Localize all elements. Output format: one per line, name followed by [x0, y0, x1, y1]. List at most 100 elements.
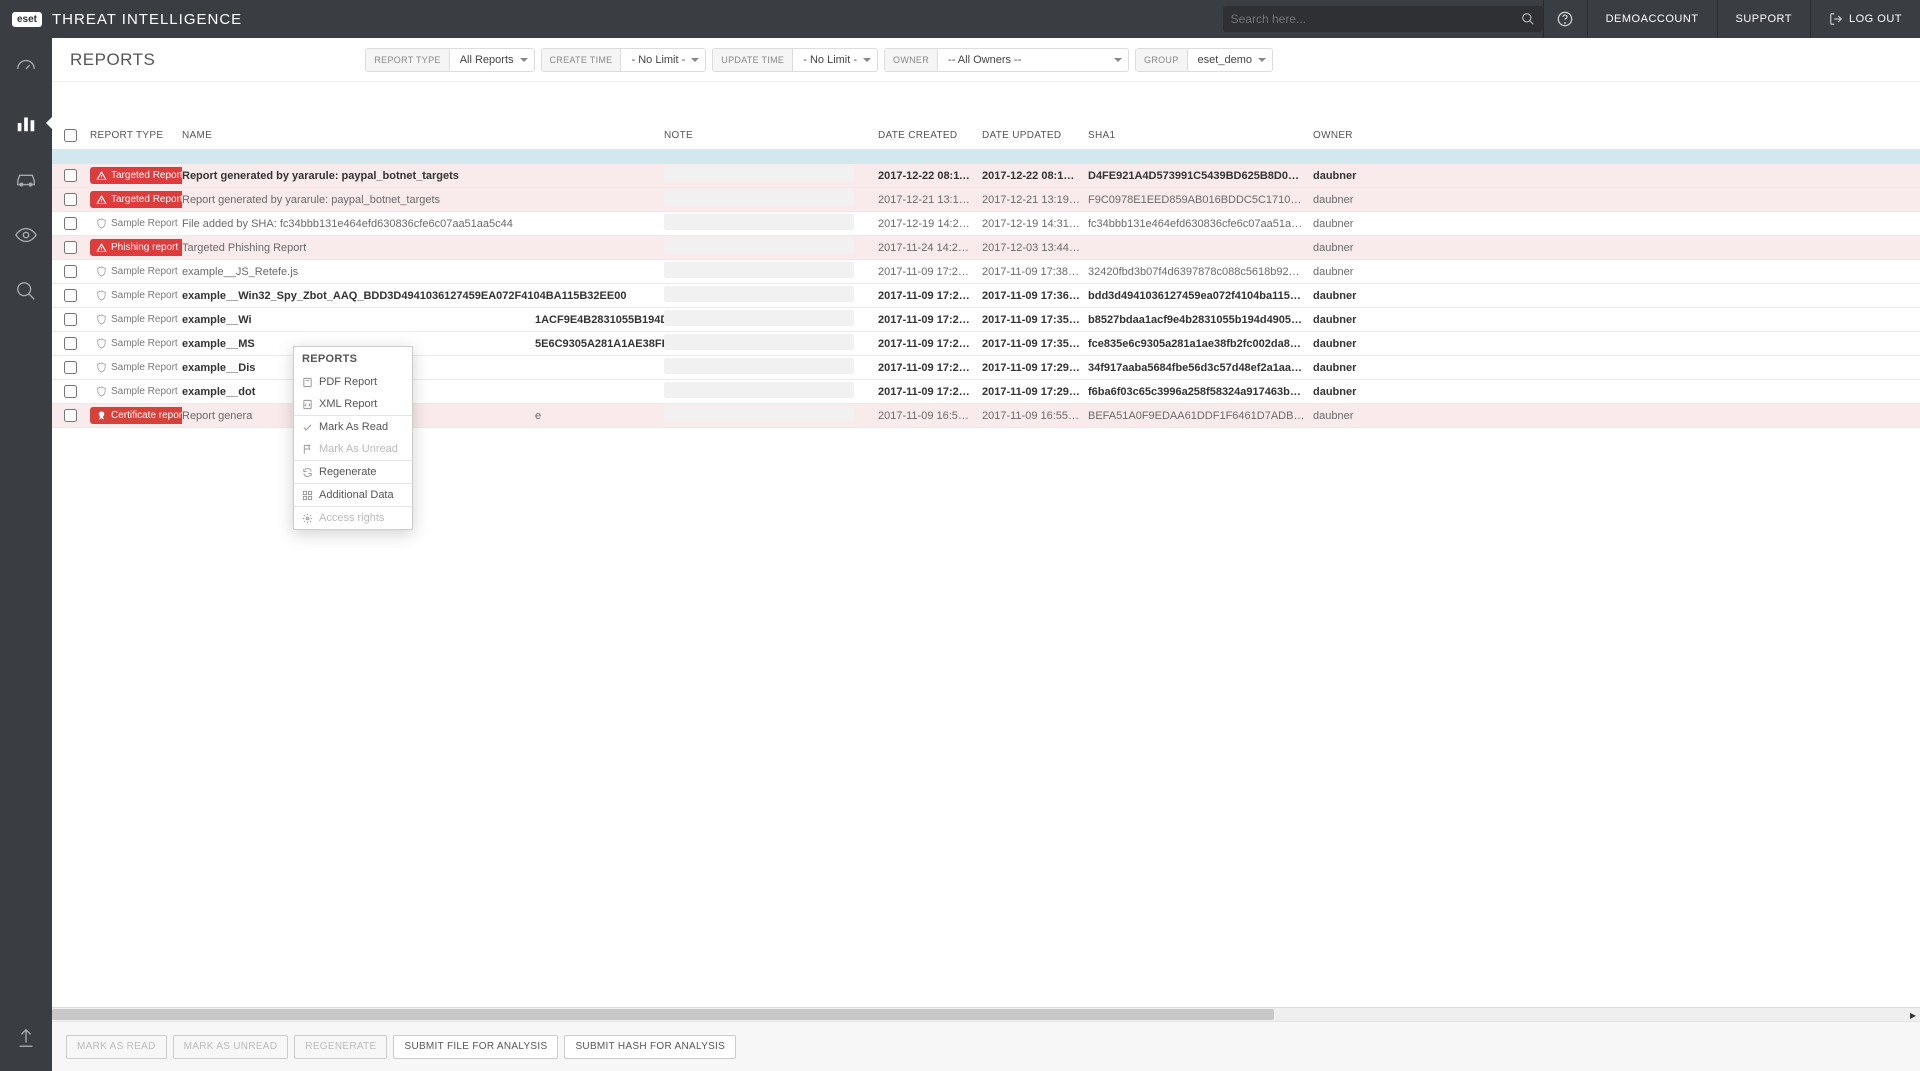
- row-checkbox[interactable]: [64, 193, 77, 206]
- col-type[interactable]: REPORT TYPE: [90, 130, 182, 141]
- regenerate-button[interactable]: REGENERATE: [294, 1035, 387, 1059]
- nav-samples[interactable]: [0, 160, 52, 198]
- cell-sha: F9C0978E1EED859AB016BDDC5C1710E89A50E01B: [1088, 194, 1313, 206]
- menu-item-label: Access rights: [319, 512, 384, 524]
- cell-note: [664, 286, 878, 305]
- row-checkbox[interactable]: [64, 289, 77, 302]
- table-row[interactable]: Phishing reportTargeted Phishing Report2…: [52, 236, 1920, 260]
- cell-name: Report generae: [182, 410, 664, 422]
- cell-owner: daubner: [1313, 314, 1908, 326]
- filter-value[interactable]: eset_demo: [1188, 54, 1272, 66]
- row-checkbox[interactable]: [64, 313, 77, 326]
- horizontal-scrollbar[interactable]: ▸: [52, 1007, 1920, 1021]
- col-updated[interactable]: DATE UPDATED: [982, 130, 1088, 141]
- note-placeholder: [664, 406, 854, 422]
- footer-actions: MARK AS READ MARK AS UNREAD REGENERATE S…: [52, 1021, 1920, 1071]
- menu-item-regenerate[interactable]: Regenerate: [294, 461, 412, 483]
- scroll-right-arrow[interactable]: ▸: [1906, 1009, 1920, 1020]
- gauge-icon: [15, 56, 37, 78]
- note-placeholder: [664, 358, 854, 374]
- table-row[interactable]: Sample Reportexample__JS_Retefe.js2017-1…: [52, 260, 1920, 284]
- nav-watch[interactable]: [0, 216, 52, 254]
- cell-note: [664, 166, 878, 185]
- badge-text: Sample Report: [111, 266, 178, 277]
- row-checkbox[interactable]: [64, 337, 77, 350]
- help-button[interactable]: [1543, 0, 1587, 38]
- col-sha[interactable]: SHA1: [1088, 130, 1313, 141]
- table-row[interactable]: Sample Reportexample__Win32_Spy_Zbot_AAQ…: [52, 284, 1920, 308]
- mark-unread-button[interactable]: MARK AS UNREAD: [173, 1035, 289, 1059]
- row-checkbox[interactable]: [64, 409, 77, 422]
- cell-updated: 2017-11-09 17:29:45: [982, 362, 1088, 374]
- row-checkbox[interactable]: [64, 265, 77, 278]
- cell-sha: D4FE921A4D573991C5439BD625B8D01E22EB470E: [1088, 170, 1313, 182]
- cell-note: [664, 214, 878, 233]
- logout-link[interactable]: LOG OUT: [1810, 0, 1920, 38]
- row-checkbox[interactable]: [64, 217, 77, 230]
- support-link[interactable]: SUPPORT: [1717, 0, 1810, 38]
- badge-text: Sample Report: [111, 314, 178, 325]
- cell-created: 2017-11-09 17:22:40: [878, 338, 982, 350]
- help-icon: [1557, 11, 1573, 27]
- filter-create-time[interactable]: CREATE TIME- No Limit -: [541, 48, 707, 72]
- filter-value[interactable]: All Reports: [450, 54, 534, 66]
- cell-created: 2017-11-09 17:22:40: [878, 386, 982, 398]
- submit-file-button[interactable]: SUBMIT FILE FOR ANALYSIS: [393, 1035, 558, 1059]
- filter-value[interactable]: -- All Owners --: [938, 54, 1128, 66]
- filter-update-time[interactable]: UPDATE TIME- No Limit -: [712, 48, 878, 72]
- cell-created: 2017-11-09 17:22:40: [878, 290, 982, 302]
- cell-updated: 2017-11-09 17:29:45: [982, 386, 1088, 398]
- cell-name: example__Wi1ACF9E4B2831055B194D4905A57FD…: [182, 314, 664, 326]
- badge-text: Sample Report: [111, 338, 178, 349]
- menu-item-label: Regenerate: [319, 466, 377, 478]
- nav-upload[interactable]: [0, 1019, 52, 1057]
- menu-item-mark-as-read[interactable]: Mark As Read: [294, 416, 412, 438]
- cell-note: [664, 406, 878, 425]
- search-box[interactable]: [1223, 6, 1543, 32]
- col-name[interactable]: NAME: [182, 130, 664, 141]
- context-menu: REPORTS PDF ReportXML ReportMark As Read…: [293, 346, 413, 530]
- menu-item-access-rights: Access rights: [294, 507, 412, 529]
- menu-item-pdf-report[interactable]: PDF Report: [294, 371, 412, 393]
- table-row[interactable]: Targeted ReportReport generated by yarar…: [52, 164, 1920, 188]
- submit-hash-button[interactable]: SUBMIT HASH FOR ANALYSIS: [564, 1035, 736, 1059]
- badge-text: Certificate report: [111, 410, 182, 421]
- col-owner[interactable]: OWNER: [1313, 130, 1908, 141]
- page-header: REPORTS REPORT TYPEAll Reports CREATE TI…: [52, 38, 1920, 82]
- select-all-checkbox[interactable]: [64, 129, 77, 142]
- nav-search[interactable]: [0, 272, 52, 310]
- filter-value[interactable]: - No Limit -: [793, 54, 877, 66]
- row-checkbox[interactable]: [64, 361, 77, 374]
- col-note[interactable]: NOTE: [664, 130, 878, 141]
- car-icon: [15, 168, 37, 190]
- filter-value[interactable]: - No Limit -: [621, 54, 705, 66]
- col-created[interactable]: DATE CREATED: [878, 130, 982, 141]
- menu-item-xml-report[interactable]: XML Report: [294, 393, 412, 415]
- mark-read-button[interactable]: MARK AS READ: [66, 1035, 167, 1059]
- report-type-badge: Targeted Report: [90, 191, 182, 208]
- filter-report-type[interactable]: REPORT TYPEAll Reports: [365, 48, 534, 72]
- nav-dashboard[interactable]: [0, 48, 52, 86]
- cell-sha: fce835e6c9305a281a1ae38fb2fc002da8cd077e: [1088, 338, 1313, 350]
- nav-reports[interactable]: [0, 104, 52, 142]
- row-checkbox[interactable]: [64, 241, 77, 254]
- table-row[interactable]: Sample ReportFile added by SHA: fc34bbb1…: [52, 212, 1920, 236]
- cell-updated: 2017-12-22 08:14:15: [982, 170, 1088, 182]
- table-row[interactable]: Targeted ReportReport generated by yarar…: [52, 188, 1920, 212]
- search-input[interactable]: [1231, 12, 1521, 26]
- pdf-icon: [302, 377, 313, 388]
- row-checkbox[interactable]: [64, 385, 77, 398]
- filter-group[interactable]: GROUPeset_demo: [1135, 48, 1273, 72]
- cell-owner: daubner: [1313, 170, 1908, 182]
- cell-note: [664, 358, 878, 377]
- filter-owner[interactable]: OWNER-- All Owners --: [884, 48, 1129, 72]
- scrollbar-thumb[interactable]: [52, 1009, 1274, 1020]
- row-checkbox[interactable]: [64, 169, 77, 182]
- account-link[interactable]: DEMOACCOUNT: [1587, 0, 1717, 38]
- filter-label: CREATE TIME: [542, 49, 622, 71]
- cell-updated: 2017-12-19 14:31:38: [982, 218, 1088, 230]
- table-row[interactable]: Sample Report example__Wi1ACF9E4B2831055B…: [52, 308, 1920, 332]
- cell-created: 2017-11-09 17:22:40: [878, 266, 982, 278]
- cell-sha: fc34bbb131e464efd630836cfe6c07aa51aa5c44: [1088, 218, 1313, 230]
- menu-item-additional-data[interactable]: Additional Data: [294, 484, 412, 506]
